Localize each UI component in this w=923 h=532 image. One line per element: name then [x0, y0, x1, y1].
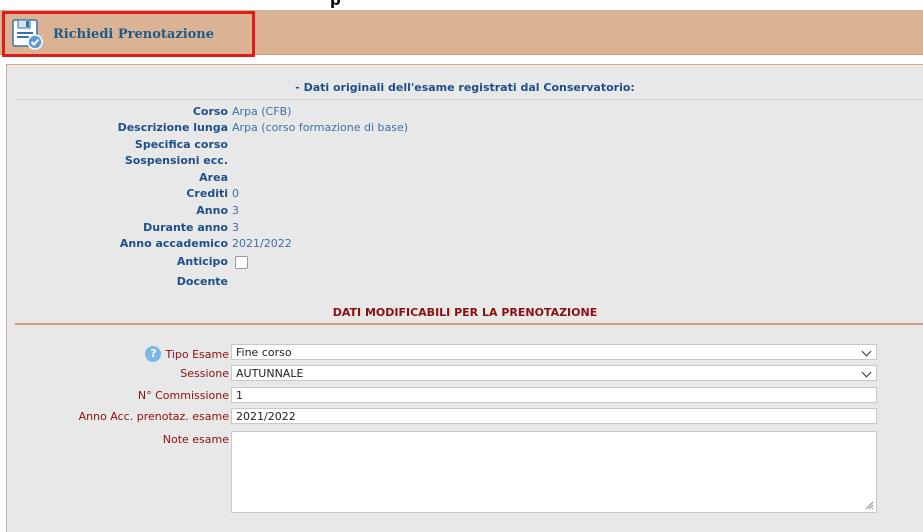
top-cutoff: p — [0, 0, 923, 9]
info-label: Sospensioni ecc. — [124, 154, 228, 167]
tipo-esame-value: Fine corso — [236, 346, 292, 359]
anticipo-label: Anticipo — [176, 255, 228, 268]
anno-acc-input[interactable]: 2021/2022 — [231, 408, 877, 424]
chevron-down-icon — [861, 346, 872, 357]
tipo-esame-label: Tipo Esame — [165, 347, 229, 361]
divider — [15, 99, 923, 100]
save-disk-icon — [11, 18, 43, 50]
info-row-area: Area — [7, 171, 923, 187]
info-label: Anno accademico — [119, 237, 228, 250]
info-label: Corso — [192, 105, 228, 118]
tipo-esame-label-wrap: ? Tipo Esame — [145, 346, 229, 362]
cutoff-text: p — [330, 0, 341, 9]
info-value: Arpa (CFB) — [232, 105, 292, 118]
info-row-anticipo: Anticipo — [7, 255, 923, 271]
info-row-crediti: Crediti 0 — [7, 187, 923, 203]
info-label: Descrizione lunga — [117, 121, 228, 134]
info-value: 3 — [232, 204, 239, 217]
note-label: Note esame — [162, 433, 229, 446]
main-panel: - Dati originali dell'esame registrati d… — [6, 64, 923, 532]
info-row-corso: Corso Arpa (CFB) — [7, 105, 923, 121]
commissione-value: 1 — [236, 389, 243, 402]
info-row-specifica: Specifica corso — [7, 138, 923, 154]
info-label: Specifica corso — [134, 138, 228, 151]
docente-label: Docente — [176, 275, 228, 288]
commissione-input[interactable]: 1 — [231, 387, 877, 403]
info-value: 0 — [232, 187, 239, 200]
note-textarea[interactable] — [231, 431, 877, 513]
chevron-down-icon — [861, 367, 872, 378]
info-row-durante-anno: Durante anno 3 — [7, 221, 923, 237]
info-row-descrizione: Descrizione lunga Arpa (corso formazione… — [7, 121, 923, 137]
anticipo-checkbox[interactable] — [235, 256, 248, 269]
info-label: Crediti — [186, 187, 228, 200]
toolbar: Richiedi Prenotazione — [0, 10, 923, 57]
divider — [15, 323, 923, 325]
sessione-label: Sessione — [180, 367, 229, 380]
resize-grip-icon[interactable] — [864, 500, 874, 510]
editable-data-title: DATI MODIFICABILI PER LA PRENOTAZIONE — [332, 306, 598, 319]
help-icon[interactable]: ? — [145, 346, 162, 362]
info-label: Anno — [196, 204, 228, 217]
original-data-title: - Dati originali dell'esame registrati d… — [295, 81, 635, 94]
info-value: Arpa (corso formazione di base) — [232, 121, 409, 134]
toolbar-button-label: Richiedi Prenotazione — [53, 26, 215, 42]
info-row-anno: Anno 3 — [7, 204, 923, 220]
sessione-value: AUTUNNALE — [236, 367, 304, 380]
info-value: 2021/2022 — [232, 237, 292, 250]
info-row-docente: Docente — [7, 275, 923, 291]
tipo-esame-select[interactable]: Fine corso — [231, 344, 877, 360]
info-value: 3 — [232, 221, 239, 234]
info-row-sospensioni: Sospensioni ecc. — [7, 154, 923, 170]
commissione-label: N° Commissione — [137, 389, 229, 402]
info-label: Area — [199, 171, 228, 184]
sessione-select[interactable]: AUTUNNALE — [231, 365, 877, 381]
info-row-anno-accademico: Anno accademico 2021/2022 — [7, 237, 923, 253]
anno-acc-value: 2021/2022 — [236, 410, 296, 423]
info-label: Durante anno — [143, 221, 228, 234]
richiedi-prenotazione-button[interactable]: Richiedi Prenotazione — [2, 11, 255, 57]
anno-acc-label: Anno Acc. prenotaz. esame — [78, 410, 229, 423]
